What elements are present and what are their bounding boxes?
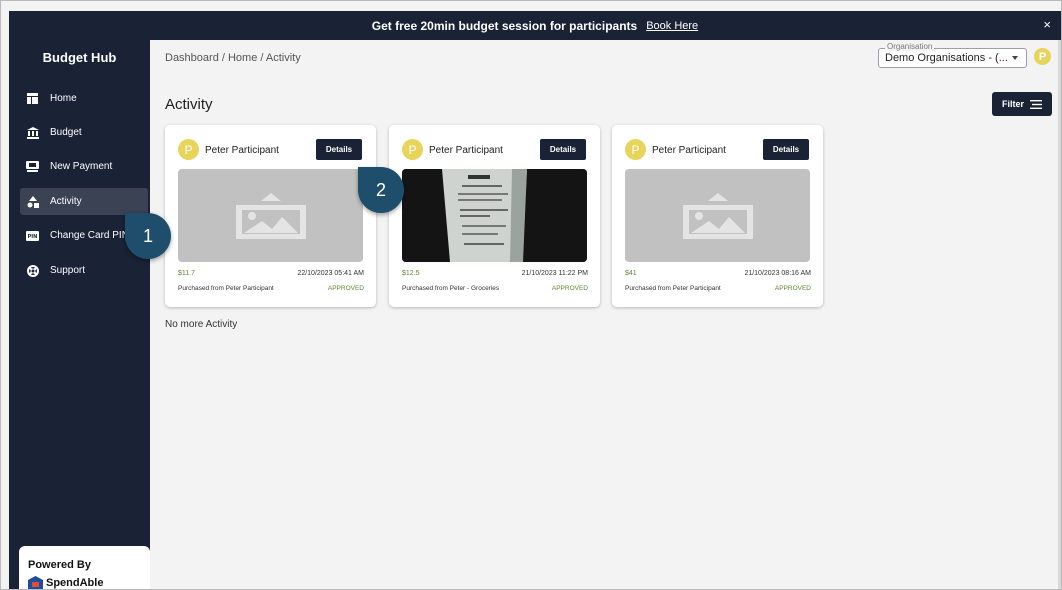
- powered-by-label: Powered By: [28, 559, 91, 571]
- app-window: Get free 20min budget session for partic…: [0, 0, 1062, 590]
- timestamp: 22/10/2023 05:41 AM: [297, 270, 364, 277]
- status-badge: APPROVED: [551, 285, 588, 292]
- spendable-brand: SpendAble: [46, 576, 104, 589]
- home-icon: [26, 92, 39, 105]
- sidebar-item-budget[interactable]: Budget: [20, 119, 148, 146]
- receipt-thumbnail[interactable]: [178, 169, 363, 262]
- sidebar-item-activity[interactable]: Activity: [20, 188, 148, 215]
- sidebar-item-label: Activity: [50, 196, 82, 207]
- bank-icon: [26, 126, 39, 139]
- status-badge: APPROVED: [774, 285, 811, 292]
- activity-card[interactable]: P Peter Participant Details $41 21/10/20…: [612, 125, 823, 307]
- participant-name: Peter Participant: [652, 145, 726, 156]
- activity-card[interactable]: P Peter Participant Details $12.5 21/10/…: [389, 125, 600, 307]
- organisation-value: Demo Organisations - (...: [885, 52, 1008, 64]
- sidebar-item-label: Change Card PIN: [50, 230, 129, 241]
- avatar: P: [402, 139, 423, 160]
- shapes-icon: [26, 195, 39, 208]
- pin-icon: PIN: [26, 229, 39, 242]
- activity-card[interactable]: P Peter Participant Details $11.7 22/10/…: [165, 125, 376, 307]
- filter-label: Filter: [1001, 99, 1024, 109]
- receipt-thumbnail[interactable]: [402, 169, 587, 262]
- amount: $12.5: [402, 270, 420, 277]
- details-button[interactable]: Details: [763, 139, 809, 160]
- timestamp: 21/10/2023 08:16 AM: [744, 270, 811, 277]
- description: Purchased from Peter Participant: [178, 285, 274, 292]
- filter-icon: [1030, 99, 1042, 109]
- breadcrumb[interactable]: Dashboard / Home / Activity: [165, 52, 301, 64]
- receipt-thumbnail[interactable]: [625, 169, 810, 262]
- receipt-photo-icon: [402, 169, 587, 262]
- status-badge: APPROVED: [327, 285, 364, 292]
- powered-by-panel: Powered By SpendAble: [19, 546, 150, 589]
- banner-message: Get free 20min budget session for partic…: [371, 18, 638, 33]
- avatar: P: [625, 139, 646, 160]
- sidebar-item-label: Support: [50, 265, 86, 276]
- callout-marker-2: 2: [358, 167, 404, 213]
- participant-name: Peter Participant: [205, 145, 279, 156]
- image-placeholder-icon: [682, 192, 753, 239]
- brand-title: Budget Hub: [42, 50, 117, 65]
- user-avatar[interactable]: P: [1034, 48, 1051, 65]
- page-title: Activity: [165, 96, 213, 113]
- chevron-down-icon: [1012, 56, 1018, 60]
- sidebar-item-home[interactable]: Home: [20, 85, 148, 112]
- book-here-link[interactable]: Book Here: [646, 20, 698, 32]
- participant-name: Peter Participant: [429, 145, 503, 156]
- timestamp: 21/10/2023 11:22 PM: [521, 270, 588, 277]
- lifebuoy-icon: [26, 264, 39, 277]
- callout-marker-1: 1: [125, 213, 171, 259]
- spendable-logo-icon: [28, 576, 43, 589]
- sidebar-item-support[interactable]: Support: [20, 257, 148, 284]
- sidebar-item-label: New Payment: [50, 161, 113, 172]
- no-more-activity-text: No more Activity: [165, 319, 238, 330]
- sidebar: Budget Hub Home Budget New Payment Activ…: [9, 40, 150, 589]
- sidebar-item-new-payment[interactable]: New Payment: [20, 153, 148, 180]
- amount: $41: [625, 270, 637, 277]
- avatar: P: [178, 139, 199, 160]
- details-button[interactable]: Details: [316, 139, 362, 160]
- promo-banner: Get free 20min budget session for partic…: [9, 11, 1061, 40]
- sidebar-item-label: Home: [50, 93, 77, 104]
- organisation-select[interactable]: Organisation Demo Organisations - (...: [878, 42, 1027, 68]
- description: Purchased from Peter Participant: [625, 285, 721, 292]
- organisation-label: Organisation: [885, 42, 935, 51]
- filter-button[interactable]: Filter: [992, 92, 1052, 116]
- description: Purchased from Peter - Groceries: [402, 285, 500, 292]
- svg-text:PIN: PIN: [28, 234, 38, 240]
- close-banner-icon[interactable]: ×: [1043, 17, 1051, 32]
- sidebar-item-label: Budget: [50, 127, 82, 138]
- amount: $11.7: [178, 270, 195, 277]
- scrollbar[interactable]: [1058, 40, 1061, 589]
- payment-icon: [26, 160, 39, 173]
- details-button[interactable]: Details: [540, 139, 586, 160]
- image-placeholder-icon: [235, 192, 306, 239]
